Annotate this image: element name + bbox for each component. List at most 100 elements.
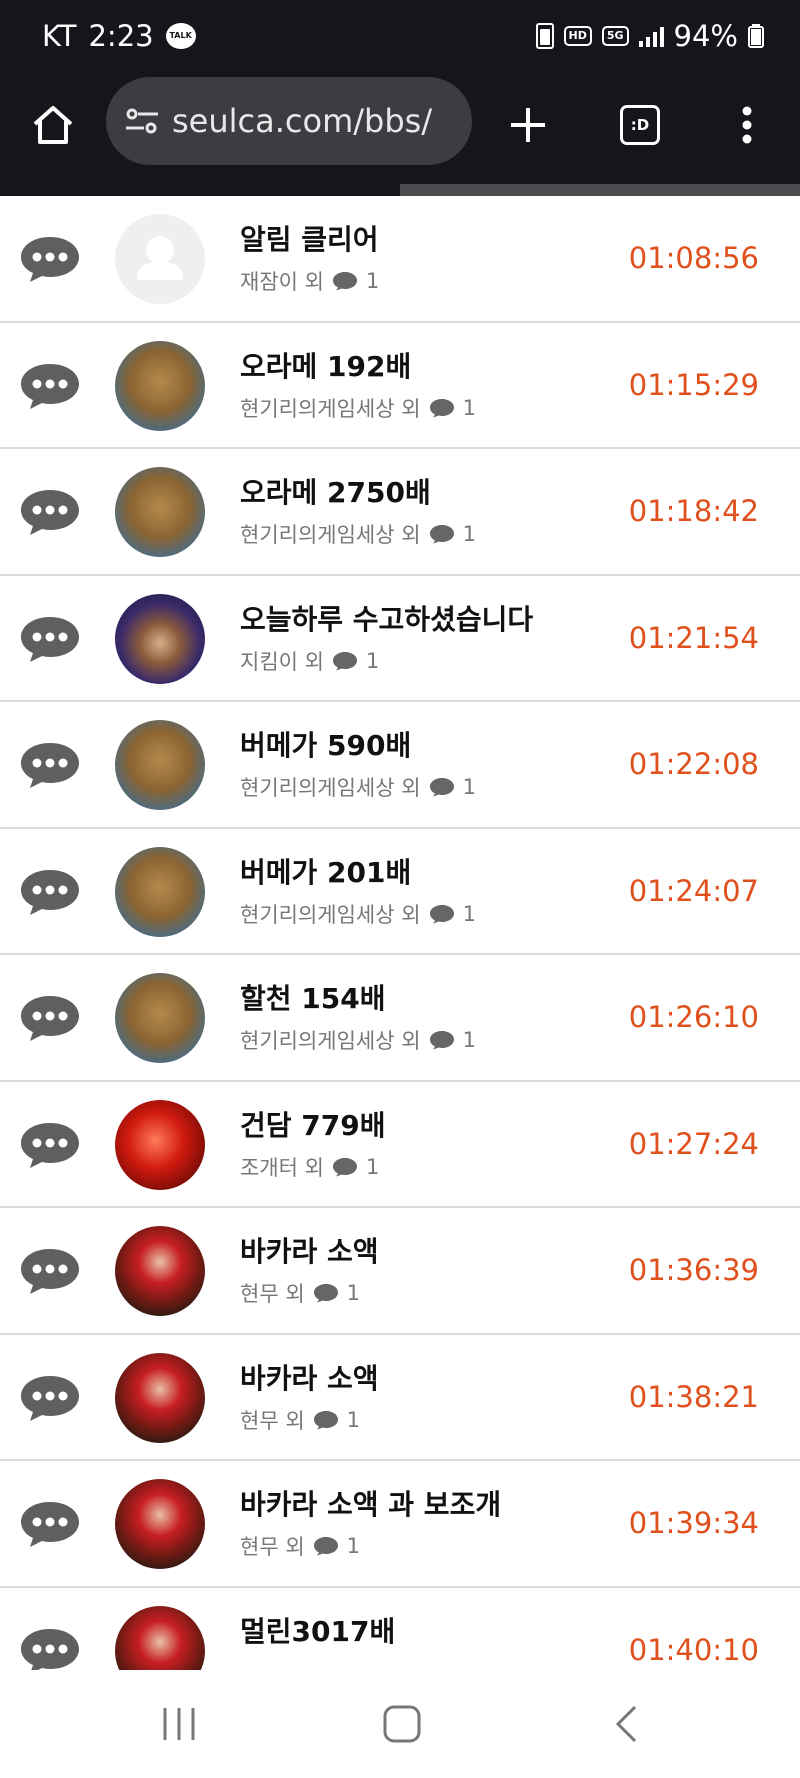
post-title[interactable]: 오라메 192배 bbox=[240, 345, 411, 385]
chat-bubble-icon bbox=[18, 1499, 82, 1549]
post-row[interactable]: 오라메 2750배현기리의게임세상 외 1 01:18:42 bbox=[0, 449, 800, 576]
post-title[interactable]: 바카라 소액 bbox=[240, 1230, 379, 1270]
recents-icon bbox=[163, 1708, 195, 1740]
chat-bubble-icon bbox=[18, 1373, 82, 1423]
post-row[interactable]: 오라메 192배현기리의게임세상 외 1 01:15:29 bbox=[0, 323, 800, 449]
tab-label: :D bbox=[630, 116, 650, 134]
avatar[interactable] bbox=[115, 214, 205, 304]
comment-count: 1 bbox=[462, 395, 476, 420]
post-time: 01:22:08 bbox=[628, 747, 759, 781]
post-title[interactable]: 알림 클리어 bbox=[240, 218, 379, 258]
chat-bubble-icon bbox=[18, 993, 82, 1043]
comment-icon bbox=[429, 524, 455, 544]
post-row[interactable]: 건담 779배조개터 외 1 01:27:24 bbox=[0, 1082, 800, 1208]
comment-count: 1 bbox=[365, 648, 380, 673]
post-time: 01:08:56 bbox=[628, 241, 759, 275]
post-meta: 현무 외 1 bbox=[240, 1531, 360, 1561]
comment-icon bbox=[313, 1410, 339, 1430]
avatar[interactable] bbox=[115, 1479, 205, 1569]
post-title[interactable]: 오늘하루 수고하셨습니다 bbox=[240, 598, 533, 638]
battery-saver-icon bbox=[535, 23, 554, 49]
avatar[interactable] bbox=[115, 1352, 205, 1443]
nav-home-button[interactable] bbox=[362, 1694, 442, 1754]
post-time: 01:18:42 bbox=[628, 494, 759, 528]
post-title[interactable]: 버메가 590배 bbox=[240, 724, 411, 764]
status-right: HD 5G 94% bbox=[535, 16, 764, 56]
chat-bubble-icon bbox=[18, 1246, 82, 1296]
tune-icon[interactable] bbox=[124, 106, 160, 136]
tab-switcher-button[interactable]: :D bbox=[609, 94, 671, 156]
post-author: 현무 외 bbox=[240, 1535, 305, 1559]
post-meta: 현기리의게임세상 외 1 bbox=[240, 393, 476, 423]
post-author: 현무 외 bbox=[240, 1282, 305, 1306]
post-row[interactable]: 바카라 소액 과 보조개현무 외 1 01:39:34 bbox=[0, 1461, 800, 1588]
url-bar[interactable]: seulca.com/bbs/ bbox=[106, 77, 472, 165]
post-time: 01:39:34 bbox=[628, 1506, 759, 1540]
chat-bubble-icon bbox=[18, 614, 82, 664]
post-title[interactable]: 바카라 소액 bbox=[240, 1357, 379, 1397]
post-author: 재잠이 외 bbox=[240, 270, 324, 294]
post-meta: 지킴이 외 1 bbox=[240, 646, 379, 676]
comment-icon bbox=[332, 271, 358, 291]
post-title[interactable]: 멀린3017배 bbox=[240, 1610, 395, 1650]
avatar[interactable] bbox=[115, 846, 205, 937]
chat-bubble-icon bbox=[18, 1120, 82, 1170]
avatar[interactable] bbox=[115, 467, 205, 557]
comment-count: 1 bbox=[462, 775, 476, 799]
comment-icon bbox=[429, 1030, 455, 1050]
post-meta: 조개터 외 1 bbox=[240, 1152, 379, 1182]
post-row[interactable]: 오늘하루 수고하셨습니다 지킴이 외 1 01:21:54 bbox=[0, 576, 800, 702]
chat-bubble-icon bbox=[18, 487, 82, 537]
back-button[interactable] bbox=[586, 1694, 666, 1754]
post-meta: 재잠이 외 1 bbox=[240, 266, 379, 296]
post-time: 01:24:07 bbox=[628, 873, 759, 908]
avatar[interactable] bbox=[115, 593, 205, 684]
post-title[interactable]: 버메가 201배 bbox=[240, 851, 411, 891]
post-meta: 현무 외 1 bbox=[240, 1405, 360, 1435]
comment-count: 1 bbox=[462, 522, 476, 546]
post-title[interactable]: 오라메 2750배 bbox=[240, 471, 431, 511]
post-title[interactable]: 할천 154배 bbox=[240, 977, 385, 1017]
post-meta: 현기리의게임세상 외 1 bbox=[240, 1025, 476, 1055]
post-row[interactable]: 바카라 소액 현무 외 1 01:36:39 bbox=[0, 1208, 800, 1335]
post-row[interactable]: 버메가 201배현기리의게임세상 외 1 01:24:07 bbox=[0, 829, 800, 955]
post-time: 01:27:24 bbox=[628, 1126, 759, 1161]
avatar[interactable] bbox=[115, 1099, 205, 1190]
post-row[interactable]: 바카라 소액 현무 외 1 01:38:21 bbox=[0, 1335, 800, 1461]
post-time: 01:15:29 bbox=[628, 367, 759, 402]
avatar[interactable] bbox=[115, 720, 205, 810]
network-badge: 5G bbox=[601, 26, 629, 46]
post-title[interactable]: 바카라 소액 과 보조개 bbox=[240, 1483, 501, 1523]
post-row[interactable]: 버메가 590배 현기리의게임세상 외 1 01:22:08 bbox=[0, 702, 800, 829]
battery-icon bbox=[748, 24, 764, 48]
home-button[interactable] bbox=[22, 94, 84, 156]
post-author: 조개터 외 bbox=[240, 1155, 324, 1180]
status-bar: KT 2:23 TALK HD 5G 94% bbox=[0, 0, 800, 72]
avatar[interactable] bbox=[115, 1605, 205, 1670]
url-text[interactable]: seulca.com/bbs/ bbox=[172, 102, 432, 140]
post-meta: 현기리의게임세상 외 1 bbox=[240, 519, 476, 549]
more-vert-icon bbox=[742, 106, 752, 144]
post-row[interactable]: 할천 154배현기리의게임세상 외 1 01:26:10 bbox=[0, 955, 800, 1082]
chat-bubble-icon bbox=[18, 740, 82, 790]
avatar[interactable] bbox=[115, 340, 205, 431]
new-tab-button[interactable] bbox=[497, 94, 559, 156]
post-author: 현기리의게임세상 외 bbox=[240, 902, 421, 927]
recents-button[interactable] bbox=[139, 1694, 219, 1754]
menu-button[interactable] bbox=[716, 94, 778, 156]
comment-count: 1 bbox=[346, 1407, 361, 1432]
post-author: 지킴이 외 bbox=[240, 649, 324, 674]
page-load-progress bbox=[0, 184, 800, 196]
post-time: 01:26:10 bbox=[628, 1000, 759, 1034]
post-row[interactable]: 알림 클리어재잠이 외 1 01:08:56 bbox=[0, 196, 800, 323]
comment-icon bbox=[332, 651, 358, 671]
avatar[interactable] bbox=[115, 1226, 205, 1316]
comment-count: 1 bbox=[346, 1534, 361, 1558]
avatar[interactable] bbox=[115, 973, 205, 1063]
comment-count: 1 bbox=[462, 901, 476, 926]
comment-count: 1 bbox=[365, 269, 380, 293]
status-left: KT 2:23 TALK bbox=[42, 16, 196, 56]
post-row[interactable]: 멀린3017배 01:40:10 bbox=[0, 1588, 800, 1670]
post-title[interactable]: 건담 779배 bbox=[240, 1104, 385, 1144]
carrier-label: KT bbox=[42, 19, 77, 53]
